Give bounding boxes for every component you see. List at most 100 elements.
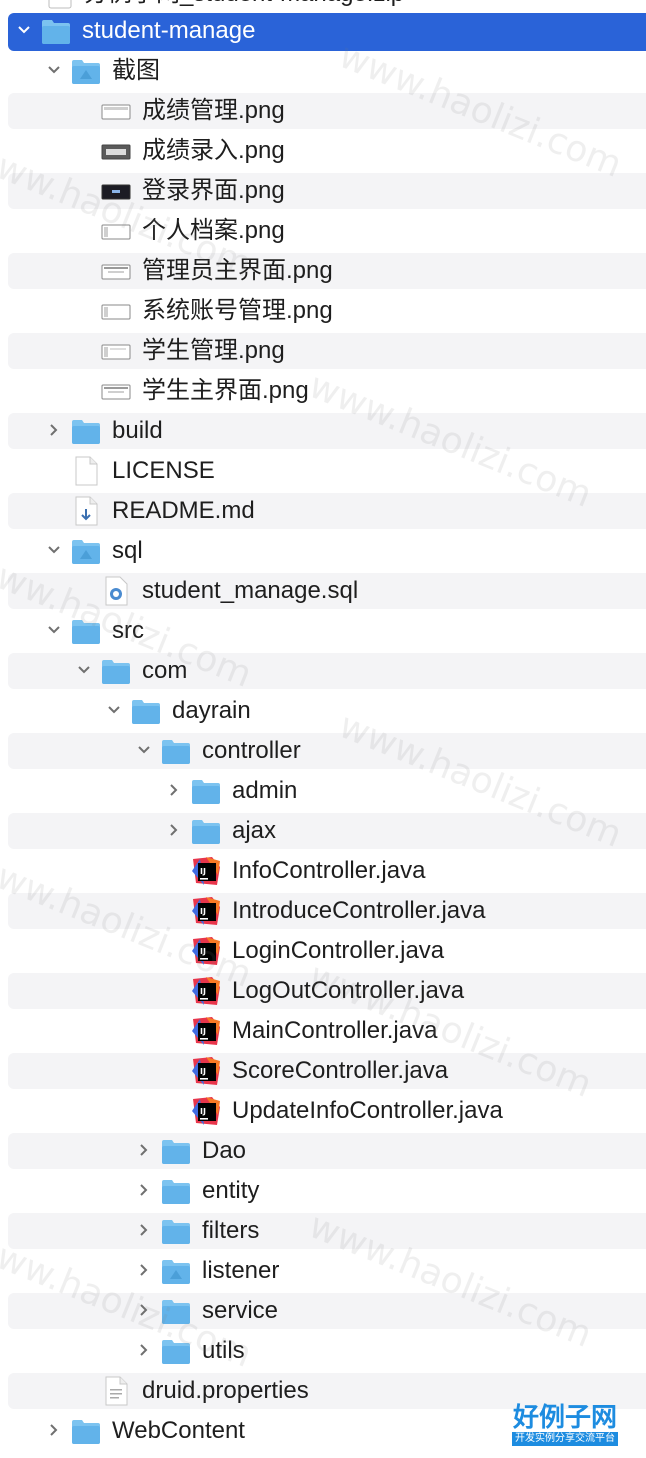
chevron-right-icon[interactable] [136, 1182, 152, 1198]
intellij-java-file-icon: IJ [190, 895, 222, 927]
tree-row-student-manage[interactable]: student-manage [0, 11, 646, 51]
chevron-right-icon[interactable] [136, 1222, 152, 1238]
folder-icon [70, 55, 102, 87]
svg-text:IJ: IJ [200, 1027, 206, 1036]
tree-row-label: com [142, 657, 188, 684]
folder-icon [160, 1295, 192, 1327]
chevron-right-icon[interactable] [136, 1342, 152, 1358]
chevron-down-icon[interactable] [46, 622, 62, 638]
folder-icon [100, 655, 132, 687]
chevron-down-icon[interactable] [46, 542, 62, 558]
folder-icon [160, 1135, 192, 1167]
tree-row-java-file[interactable]: IJ InfoController.java [0, 851, 646, 891]
chevron-down-icon[interactable] [76, 662, 92, 678]
tree-row-label: 系统账号管理.png [142, 297, 333, 324]
svg-text:IJ: IJ [200, 987, 206, 996]
folder-icon [190, 815, 222, 847]
svg-text:IJ: IJ [200, 907, 206, 916]
tree-row-dao[interactable]: Dao [0, 1131, 646, 1171]
chevron-right-icon[interactable] [166, 782, 182, 798]
svg-text:IJ: IJ [200, 947, 206, 956]
tree-row-file[interactable]: 个人档案.png [0, 211, 646, 251]
tree-row-label: WebContent [112, 1417, 245, 1444]
chevron-down-icon[interactable] [46, 62, 62, 78]
tree-row-label: 分例子网_student-manage.zip [84, 0, 404, 8]
folder-icon [40, 15, 72, 47]
folder-icon [160, 1335, 192, 1367]
tree-row-java-file[interactable]: IJ ScoreController.java [0, 1051, 646, 1091]
tree-row-controller[interactable]: controller [0, 731, 646, 771]
folder-icon [70, 615, 102, 647]
tree-row-readme[interactable]: README.md [0, 491, 646, 531]
tree-row-label: MainController.java [232, 1017, 438, 1044]
tree-row-file[interactable]: 学生主界面.png [0, 371, 646, 411]
tree-row-sql-folder[interactable]: sql [0, 531, 646, 571]
tree-row-label: LogOutController.java [232, 977, 465, 1004]
zip-file-icon [44, 0, 76, 10]
tree-row-com[interactable]: com [0, 651, 646, 691]
tree-row-ajax[interactable]: ajax [0, 811, 646, 851]
tree-row-label: build [112, 417, 163, 444]
tree-row-label: 管理员主界面.png [142, 257, 333, 284]
tree-row-label: controller [202, 737, 301, 764]
tree-row-filters[interactable]: filters [0, 1211, 646, 1251]
markdown-file-icon [70, 495, 102, 527]
tree-row-java-file[interactable]: IJ MainController.java [0, 1011, 646, 1051]
image-file-icon [100, 95, 132, 127]
tree-row-admin[interactable]: admin [0, 771, 646, 811]
chevron-right-icon[interactable] [136, 1262, 152, 1278]
tree-row-label: ScoreController.java [232, 1057, 449, 1084]
folder-icon [130, 695, 162, 727]
tree-row-listener[interactable]: listener [0, 1251, 646, 1291]
tree-row-label: listener [202, 1257, 280, 1284]
tree-row-file[interactable]: 学生管理.png [0, 331, 646, 371]
tree-row-license[interactable]: LICENSE [0, 451, 646, 491]
tree-row-java-file[interactable]: IJ LoginController.java [0, 931, 646, 971]
tree-row-file[interactable]: 系统账号管理.png [0, 291, 646, 331]
tree-row-label: 成绩管理.png [142, 97, 285, 124]
tree-row-java-file[interactable]: IJ IntroduceController.java [0, 891, 646, 931]
intellij-java-file-icon: IJ [190, 855, 222, 887]
tree-row-file[interactable]: 成绩录入.png [0, 131, 646, 171]
tree-row-entity[interactable]: entity [0, 1171, 646, 1211]
tree-row-label: 截图 [112, 57, 160, 84]
tree-row-file[interactable]: student_manage.sql [0, 571, 646, 611]
tree-row-dayrain[interactable]: dayrain [0, 691, 646, 731]
text-file-icon [100, 1375, 132, 1407]
chevron-right-icon[interactable] [136, 1302, 152, 1318]
chevron-down-icon[interactable] [106, 702, 122, 718]
intellij-java-file-icon: IJ [190, 1095, 222, 1127]
tree-row-label: LICENSE [112, 457, 215, 484]
tree-row-label: 成绩录入.png [142, 137, 285, 164]
tree-row-utils[interactable]: utils [0, 1331, 646, 1371]
folder-icon [160, 735, 192, 767]
image-file-icon [100, 255, 132, 287]
folder-icon [160, 1215, 192, 1247]
tree-row-label: service [202, 1297, 279, 1324]
image-file-icon [100, 295, 132, 327]
tree-row-screenshots[interactable]: 截图 [0, 51, 646, 91]
tree-row-label: student-manage [82, 17, 256, 44]
tree-row-label: admin [232, 777, 298, 804]
chevron-right-icon[interactable] [136, 1142, 152, 1158]
tree-row-build[interactable]: build [0, 411, 646, 451]
tree-row-file[interactable]: 登录界面.png [0, 171, 646, 211]
svg-text:IJ: IJ [200, 867, 206, 876]
chevron-right-icon[interactable] [166, 822, 182, 838]
tree-row-label: 学生主界面.png [142, 377, 309, 404]
chevron-right-icon[interactable] [46, 1422, 62, 1438]
image-file-icon [100, 215, 132, 247]
image-file-icon [100, 335, 132, 367]
tree-row-file[interactable]: 管理员主界面.png [0, 251, 646, 291]
tree-row-java-file[interactable]: IJ UpdateInfoController.java [0, 1091, 646, 1131]
chevron-down-icon[interactable] [16, 22, 32, 38]
tree-row-label: 个人档案.png [142, 217, 285, 244]
chevron-down-icon[interactable] [136, 742, 152, 758]
tree-row-label: IntroduceController.java [232, 897, 486, 924]
chevron-right-icon[interactable] [46, 422, 62, 438]
tree-row-file[interactable]: 成绩管理.png [0, 91, 646, 131]
tree-row-service[interactable]: service [0, 1291, 646, 1331]
tree-row-label: utils [202, 1337, 245, 1364]
tree-row-src[interactable]: src [0, 611, 646, 651]
tree-row-java-file[interactable]: IJ LogOutController.java [0, 971, 646, 1011]
